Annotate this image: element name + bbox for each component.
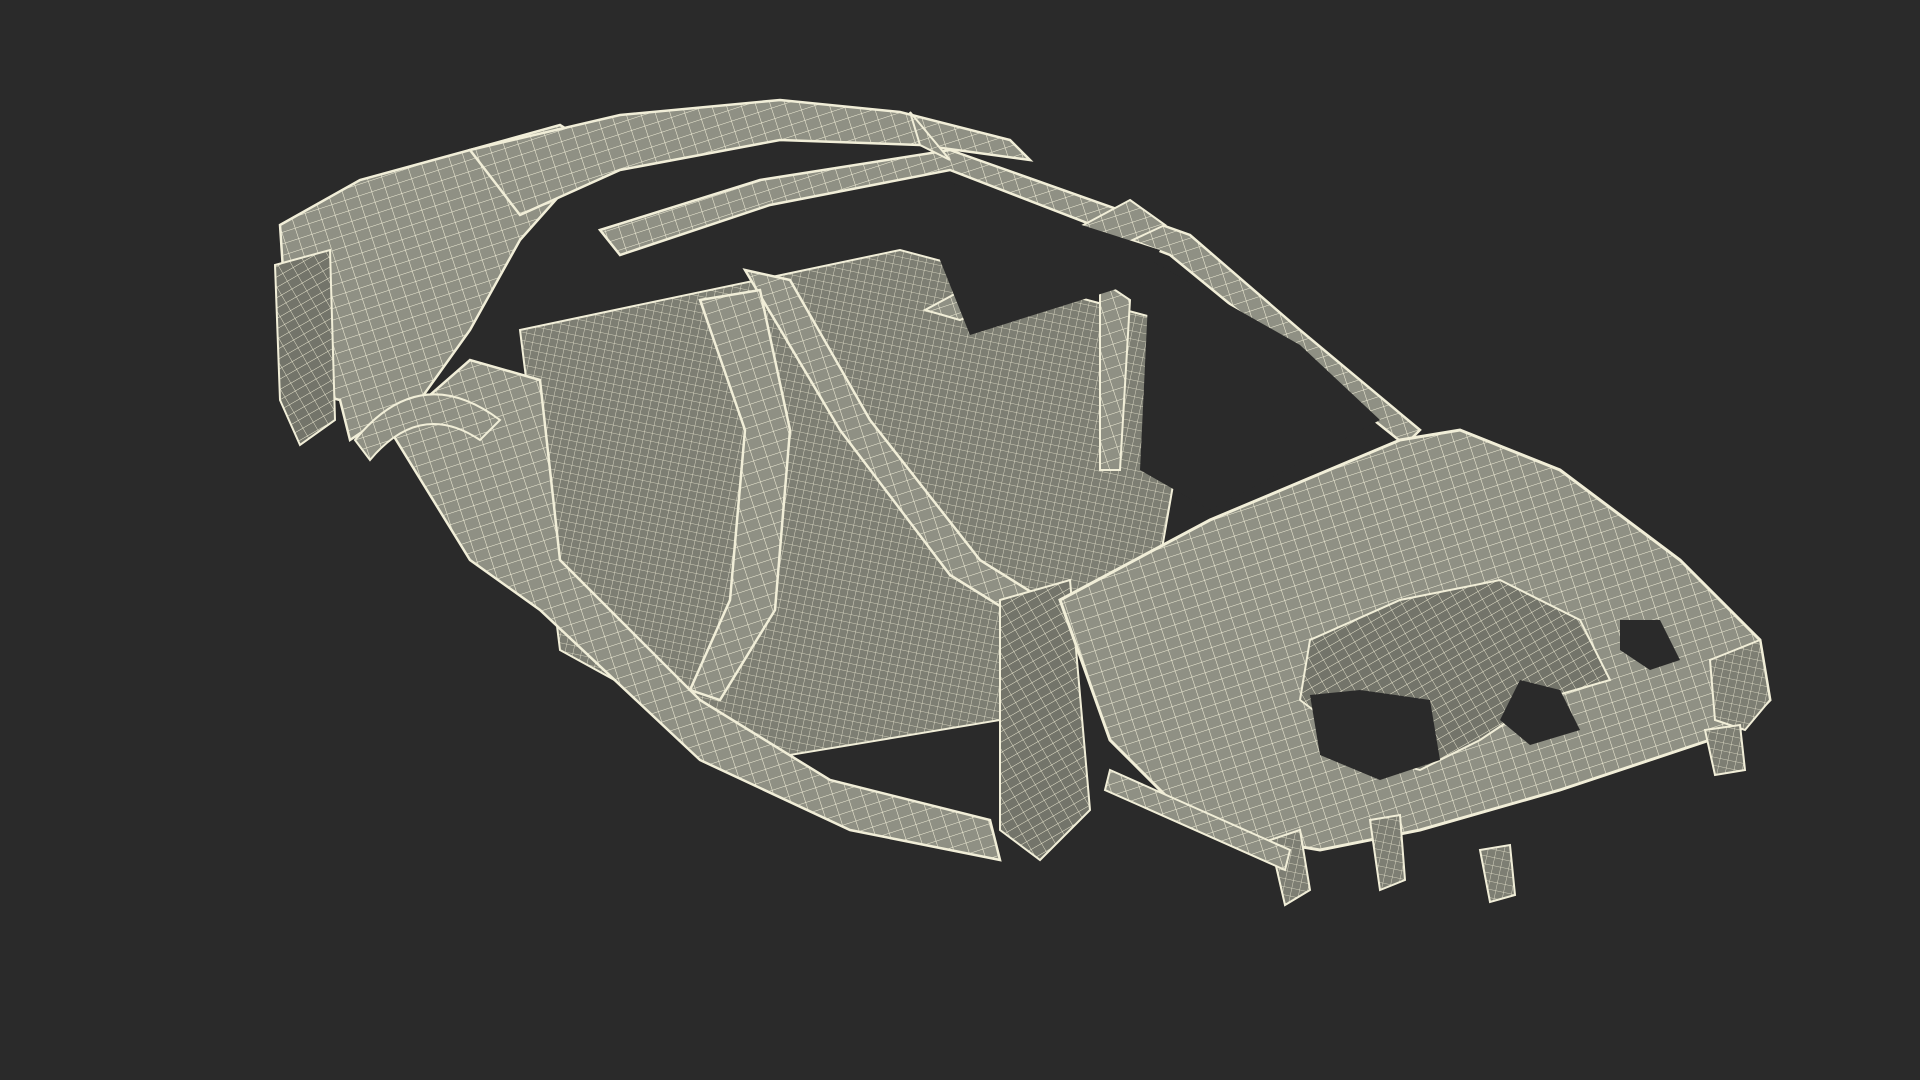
car-body-wireframe-render	[273, 98, 1772, 907]
render-viewport[interactable]	[0, 0, 1920, 1080]
